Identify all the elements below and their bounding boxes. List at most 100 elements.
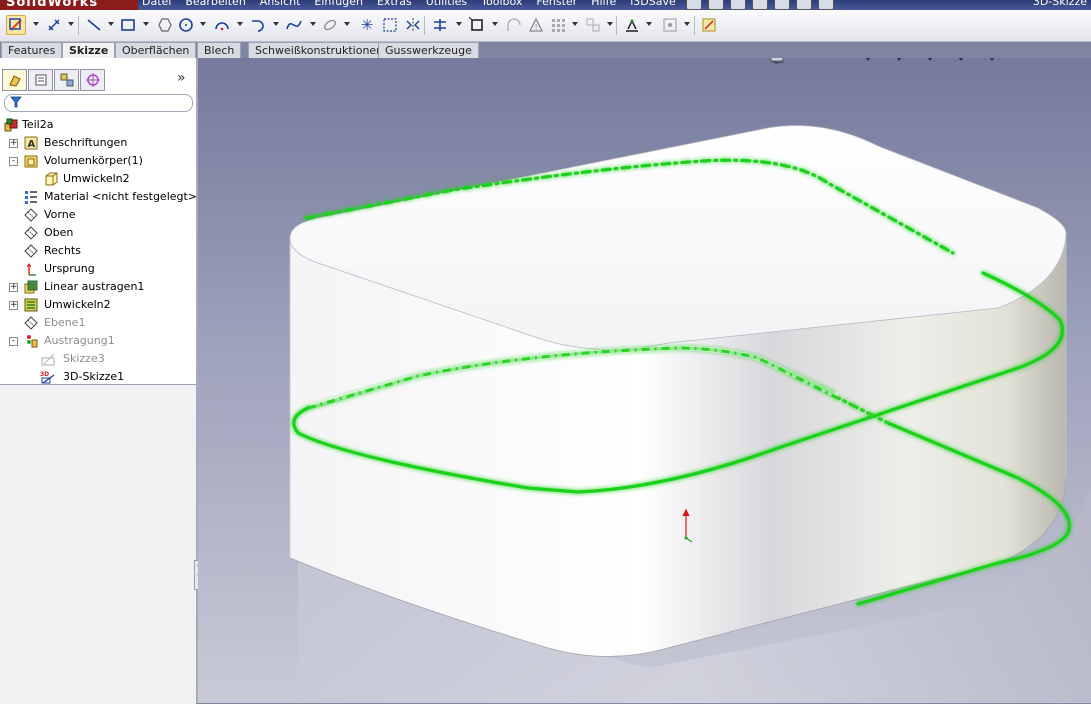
- mirror-icon[interactable]: [403, 15, 423, 35]
- expand-panel-icon[interactable]: »: [177, 70, 186, 86]
- quick-snaps-icon[interactable]: [622, 15, 642, 35]
- tree-item-umwickeln2[interactable]: Umwickeln2: [0, 170, 196, 188]
- tree-item-rechts[interactable]: Rechts: [0, 242, 196, 260]
- tab-oberflaechen[interactable]: Oberflächen: [115, 42, 197, 58]
- tree-item-austragung1[interactable]: - Austragung1: [0, 332, 196, 350]
- feature-manager-tab-icon[interactable]: [2, 69, 27, 91]
- property-manager-tab-icon[interactable]: [28, 69, 53, 91]
- sketch-settings-icon[interactable]: [699, 15, 719, 35]
- expand-icon[interactable]: +: [9, 301, 18, 310]
- display-style-icon[interactable]: [772, 58, 893, 67]
- offset-icon[interactable]: [430, 15, 450, 35]
- tab-gusswerkzeuge[interactable]: Gusswerkzeuge: [378, 42, 479, 58]
- menu-item-ansicht[interactable]: Ansicht: [260, 0, 301, 10]
- annotations-icon: A: [24, 136, 38, 150]
- plane-icon: [24, 244, 38, 258]
- plane-icon: [24, 226, 38, 240]
- options-icon[interactable]: [818, 0, 834, 10]
- repair-sketch-icon[interactable]: !: [526, 15, 546, 35]
- line-icon[interactable]: [84, 15, 104, 35]
- tab-blech[interactable]: Blech: [197, 42, 242, 58]
- tree-item-umwickeln2[interactable]: + Umwickeln2: [0, 296, 196, 314]
- menu-item-fenster[interactable]: Fenster: [536, 0, 577, 10]
- dim-xpert-tab-icon[interactable]: [80, 69, 105, 91]
- heads-up-view-toolbar: [770, 58, 998, 68]
- tree-item-label: Umwickeln2: [63, 172, 130, 185]
- graphics-area[interactable]: [198, 58, 1091, 703]
- menu-item-toolbox[interactable]: Toolbox: [481, 0, 522, 10]
- rebuild-icon[interactable]: [796, 0, 812, 10]
- section-view-icon[interactable]: [771, 58, 843, 67]
- tab-skizze[interactable]: Skizze: [62, 42, 116, 59]
- sketch-icon[interactable]: [6, 15, 26, 35]
- zoom-area-icon[interactable]: [771, 58, 805, 67]
- hide-show-items-icon[interactable]: [771, 58, 924, 67]
- expand-icon[interactable]: +: [9, 283, 18, 292]
- collapse-icon[interactable]: -: [9, 337, 18, 346]
- configuration-manager-tab-icon[interactable]: [54, 69, 79, 91]
- display-relations-icon[interactable]: [504, 15, 524, 35]
- menu-item-extras[interactable]: Extras: [377, 0, 412, 10]
- tree-item-label: Ebene1: [44, 316, 86, 329]
- tree-item-label: Volumenkörper(1): [44, 154, 143, 167]
- tree-item-beschriftungen[interactable]: + A Beschriftungen: [0, 134, 196, 152]
- tree-item-vorne[interactable]: Vorne: [0, 206, 196, 224]
- svg-text:!: !: [535, 23, 538, 32]
- polygon-icon[interactable]: [155, 15, 175, 35]
- tangent-arc-icon[interactable]: [248, 15, 268, 35]
- expand-icon[interactable]: +: [9, 139, 18, 148]
- app-logo: SolidWorks: [0, 0, 138, 10]
- origin-icon: [24, 262, 38, 276]
- point-icon[interactable]: ✳: [357, 15, 377, 35]
- tree-item-linear-austragen1[interactable]: + Linear austragen1: [0, 278, 196, 296]
- view-orientation-icon[interactable]: [771, 58, 862, 67]
- material-icon: [24, 190, 38, 204]
- undo-icon[interactable]: [774, 0, 790, 10]
- tree-item-label: Skizze3: [63, 352, 105, 365]
- new-document-icon[interactable]: [686, 0, 702, 10]
- print-icon[interactable]: [752, 0, 768, 10]
- tree-item-volumenk-rper-1[interactable]: - Volumenkörper(1): [0, 152, 196, 170]
- menu-item-utilities[interactable]: Utilities: [426, 0, 467, 10]
- collapse-icon[interactable]: -: [9, 157, 18, 166]
- feature-manager-panel: » Teil2a + A Beschriftungen - Volumenkörper(1…: [0, 58, 198, 704]
- plane-icon: [24, 208, 38, 222]
- tree-item-ursprung[interactable]: Ursprung: [0, 260, 196, 278]
- menu-item-datei[interactable]: Datei: [142, 0, 171, 10]
- rectangle-icon[interactable]: [118, 15, 138, 35]
- previous-view-icon[interactable]: [772, 58, 824, 67]
- tree-item-ebene1[interactable]: Ebene1: [0, 314, 196, 332]
- feature-tree: Teil2a + A Beschriftungen - Volumenkörper(1) U…: [0, 116, 197, 386]
- edit-appearance-icon[interactable]: [772, 58, 955, 67]
- tree-item-oben[interactable]: Oben: [0, 224, 196, 242]
- open-icon[interactable]: [708, 0, 724, 10]
- save-icon[interactable]: [730, 0, 746, 10]
- spline-icon[interactable]: [284, 15, 304, 35]
- tab-schweisskonstruktionen[interactable]: Schweißkonstruktionen: [248, 42, 391, 58]
- tab-features[interactable]: Features: [1, 42, 63, 58]
- filter-field[interactable]: [4, 94, 193, 112]
- menu-item-i3dsave[interactable]: i3DSave: [630, 0, 676, 10]
- menu-item-bearbeiten[interactable]: Bearbeiten: [185, 0, 245, 10]
- menu-item-einf-gen[interactable]: Einfügen: [314, 0, 363, 10]
- move-entities-icon[interactable]: [583, 15, 603, 35]
- smart-dimension-icon[interactable]: [44, 15, 64, 35]
- circle-icon[interactable]: [176, 15, 196, 35]
- feature-manager-empty-area: [0, 384, 196, 704]
- model-view[interactable]: [198, 58, 1091, 703]
- menu-bar: SolidWorks Datei Bearbeiten Ansicht Einfüge…: [0, 0, 1091, 10]
- tree-item-label: Linear austragen1: [44, 280, 145, 293]
- ellipse-icon[interactable]: [320, 15, 340, 35]
- construction-geometry-icon[interactable]: [380, 15, 400, 35]
- tree-item-teil2a[interactable]: Teil2a: [0, 116, 196, 134]
- trim-icon[interactable]: [467, 15, 487, 35]
- arc-icon[interactable]: [212, 15, 232, 35]
- wrap-icon: [24, 298, 38, 312]
- part-icon: [4, 118, 18, 132]
- tree-item-material-nicht-festgelegt[interactable]: Material <nicht festgelegt>: [0, 188, 197, 206]
- rapid-sketch-icon[interactable]: [660, 15, 680, 35]
- tree-item-skizze3[interactable]: Skizze3: [0, 350, 196, 368]
- view-settings-icon[interactable]: [770, 58, 986, 67]
- linear-pattern-icon[interactable]: [548, 15, 568, 35]
- menu-item-hilfe[interactable]: Hilfe: [591, 0, 616, 10]
